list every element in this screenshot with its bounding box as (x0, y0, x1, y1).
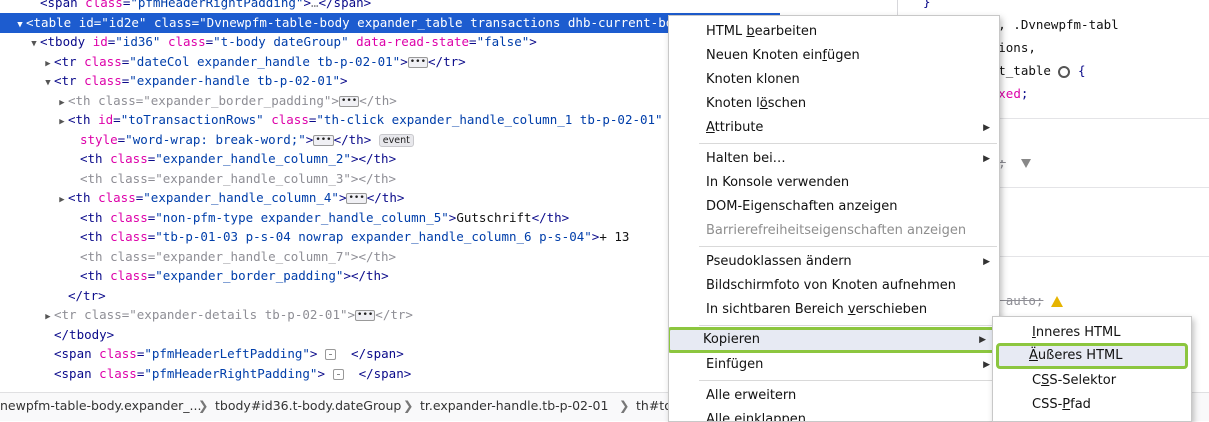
menu-item-label: CSS-Pfad (1032, 397, 1091, 412)
menu-separator (699, 325, 997, 326)
menu-item-label: Äußeres HTML (1029, 348, 1123, 363)
markup-node[interactable]: <span class="pfmHeaderRightPadding">…</s… (0, 0, 371, 13)
markup-text: <th class="expander_handle_column_4"> •••… (68, 190, 405, 205)
markup-node[interactable]: <span class="pfmHeaderRightPadding"> </s… (0, 364, 411, 384)
menu-item-label: Knoten löschen (706, 96, 807, 111)
markup-node[interactable]: </tr> (0, 286, 106, 306)
menu-item-knoten-klonen[interactable]: Knoten klonen (670, 68, 998, 92)
markup-node[interactable]: style="word-wrap: break-word;"> ••• </th> … (0, 130, 414, 150)
breadcrumb-item[interactable]: th#to (636, 393, 672, 419)
menu-item-label: Bildschirmfoto von Knoten aufnehmen (706, 278, 957, 293)
menu-item-label: CSS-Selektor (1032, 373, 1117, 388)
markup-text: <th class="expander_handle_column_2"></t… (80, 151, 397, 166)
markup-node-selected[interactable]: ▼ <table id="id2e" class="Dvnewpfm-table-… (0, 12, 780, 33)
copy-submenu: Inneres HTML Äußeres HTML CSS-Selektor CSS-… (992, 316, 1192, 422)
markup-node[interactable]: <th class="expander_handle_column_7"></t… (0, 247, 396, 267)
markup-node[interactable]: ▶ <th class="expander_border_padding"> •••… (0, 91, 397, 111)
markup-node[interactable]: ▶ <th id="toTransactionRows" class="th-cl… (0, 110, 663, 130)
markup-node[interactable]: <th class="expander_border_padding"></th… (0, 266, 389, 286)
breadcrumb-item[interactable]: newpfm-table-body.expander_... (0, 393, 201, 419)
menu-item-dom-eigenschaften-anzeigen[interactable]: DOM-Eigenschaften anzeigen (670, 195, 998, 219)
menu-item-alle-erweitern[interactable]: Alle erweitern (670, 384, 998, 408)
menu-separator (699, 246, 997, 247)
markup-text: <th class="expander_handle_column_3"></t… (80, 170, 397, 186)
menu-item-kopieren[interactable]: Kopieren ▶ (669, 327, 997, 353)
markup-text: <tr class="expander-details tb-p-02-01">… (54, 307, 413, 322)
markup-text: <span class="pfmHeaderLeftPadding"> </sp… (54, 346, 404, 361)
submenu-arrow-icon: ▶ (983, 154, 990, 164)
markup-text: <th class="tb-p-01-03 p-s-04 nowrap expa… (80, 229, 630, 244)
menu-item-label: Alle erweitern (706, 388, 797, 403)
markup-text: <th class="expander_handle_column_7"></t… (80, 248, 397, 264)
markup-node[interactable]: </tbody> (0, 325, 114, 345)
markup-node[interactable]: <th class="tb-p-01-03 p-s-04 nowrap expa… (0, 227, 629, 247)
css-rule-line: } (923, 0, 931, 9)
menu-item-label: Halten bei… (706, 151, 786, 166)
menu-item-label: Einfügen (706, 357, 764, 372)
breadcrumb-separator-icon: ❯ (198, 398, 209, 413)
markup-node[interactable]: <th class="expander_handle_column_3"></t… (0, 169, 396, 189)
menu-item-barrierefreiheitseigenschaften-anzeigen: Barrierefreiheitseigenschaften anzeigen (670, 219, 998, 243)
submenu-arrow-icon: ▶ (983, 360, 990, 370)
menu-item-label: Pseudoklassen ändern (706, 254, 852, 269)
submenu-arrow-icon: ▶ (979, 335, 986, 345)
markup-text: <th class="expander_border_padding"></th… (80, 268, 389, 283)
menu-item-label: In Konsole verwenden (706, 175, 850, 190)
copy-css-pfad[interactable]: CSS-Pfad (994, 393, 1190, 417)
markup-node[interactable]: ▶ <th class="expander_handle_column_4"> ••… (0, 188, 404, 208)
menu-item-html-bearbeiten[interactable]: HTML bearbeiten (670, 20, 998, 44)
menu-item-in-konsole-verwenden[interactable]: In Konsole verwenden (670, 171, 998, 195)
menu-item-einfügen[interactable]: Einfügen ▶ (670, 353, 998, 377)
markup-node[interactable]: ▶ <tr class="expander-details tb-p-02-01"… (0, 305, 413, 325)
copy-css-selektor[interactable]: CSS-Selektor (994, 369, 1190, 393)
markup-text: <tr class="expander-handle tb-p-02-01"> (54, 73, 348, 88)
menu-item-bildschirmfoto-von-knoten-aufnehmen[interactable]: Bildschirmfoto von Knoten aufnehmen (670, 274, 998, 298)
markup-text: <tbody id="id36" class="t-body dateGroup… (40, 34, 537, 49)
markup-node[interactable]: <th class="non-pfm-type expander_handle_… (0, 208, 569, 228)
markup-text: <span class="pfmHeaderRightPadding">…</s… (40, 0, 372, 10)
menu-item-label: Neuen Knoten einfügen (706, 48, 860, 63)
menu-item-neuen-knoten-einfügen[interactable]: Neuen Knoten einfügen (670, 44, 998, 68)
markup-text: style="word-wrap: break-word;"> ••• </th> … (80, 132, 414, 147)
menu-item-in-sichtbaren-bereich-verschieben[interactable]: In sichtbaren Bereich verschieben (670, 298, 998, 322)
menu-item-pseudoklassen-ändern[interactable]: Pseudoklassen ändern ▶ (670, 250, 998, 274)
markup-node[interactable]: <th class="expander_handle_column_2"></t… (0, 149, 396, 169)
markup-text: <tr class="dateCol expander_handle tb-p-… (54, 53, 466, 69)
breadcrumb-item[interactable]: tr.expander-handle.tb-p-02-01 (420, 393, 608, 419)
menu-separator (699, 380, 997, 381)
menu-item-knoten-löschen[interactable]: Knoten löschen (670, 92, 998, 116)
markup-text: <th class="non-pfm-type expander_handle_… (80, 209, 570, 225)
menu-item-label: Barrierefreiheitseigenschaften anzeigen (706, 223, 967, 238)
markup-text: <table id="id2e" class="Dvnewpfm-table-b… (26, 15, 746, 30)
markup-text: </tbody> (54, 326, 115, 342)
menu-separator (699, 143, 997, 144)
markup-text: <th id="toTransactionRows" class="th-cli… (68, 112, 663, 127)
menu-item-label: Inneres HTML (1032, 325, 1121, 340)
markup-node[interactable]: <span class="pfmHeaderLeftPadding"> </sp… (0, 344, 404, 364)
markup-node[interactable]: ▶ <tr class="dateCol expander_handle tb-p… (0, 52, 466, 72)
copy-äußeres-html[interactable]: Äußeres HTML (996, 343, 1188, 369)
menu-item-label: Alle einklappen (706, 412, 806, 422)
menu-item-label: Knoten klonen (706, 72, 800, 87)
markup-node[interactable]: ▼ <tr class="expander-handle tb-p-02-01"> (0, 71, 348, 91)
submenu-arrow-icon: ▶ (983, 257, 990, 267)
menu-item-label: Attribute (706, 120, 764, 135)
breadcrumb-separator-icon: ❯ (403, 398, 414, 413)
menu-item-label: In sichtbaren Bereich verschieben (706, 302, 928, 317)
submenu-arrow-icon: ▶ (983, 123, 990, 133)
menu-item-label: Kopieren (703, 332, 760, 347)
menu-item-label: DOM-Eigenschaften anzeigen (706, 199, 898, 214)
menu-item-halten-bei[interactable]: Halten bei… ▶ (670, 147, 998, 171)
breadcrumb-separator-icon: ❯ (619, 398, 630, 413)
context-menu: HTML bearbeiten Neuen Knoten einfügen Knot… (668, 15, 1000, 422)
copy-inneres-html[interactable]: Inneres HTML (994, 321, 1190, 345)
menu-item-attribute[interactable]: Attribute ▶ (670, 116, 998, 140)
markup-text: <span class="pfmHeaderRightPadding"> </s… (54, 365, 412, 381)
markup-node[interactable]: ▼ <tbody id="id36" class="t-body dateGrou… (0, 32, 537, 52)
menu-item-label: HTML bearbeiten (706, 24, 818, 39)
breadcrumb-item[interactable]: tbody#id36.t-body.dateGroup (215, 393, 401, 419)
markup-text: </tr> (68, 287, 106, 303)
markup-text: <th class="expander_border_padding"> ••• <… (68, 92, 397, 108)
